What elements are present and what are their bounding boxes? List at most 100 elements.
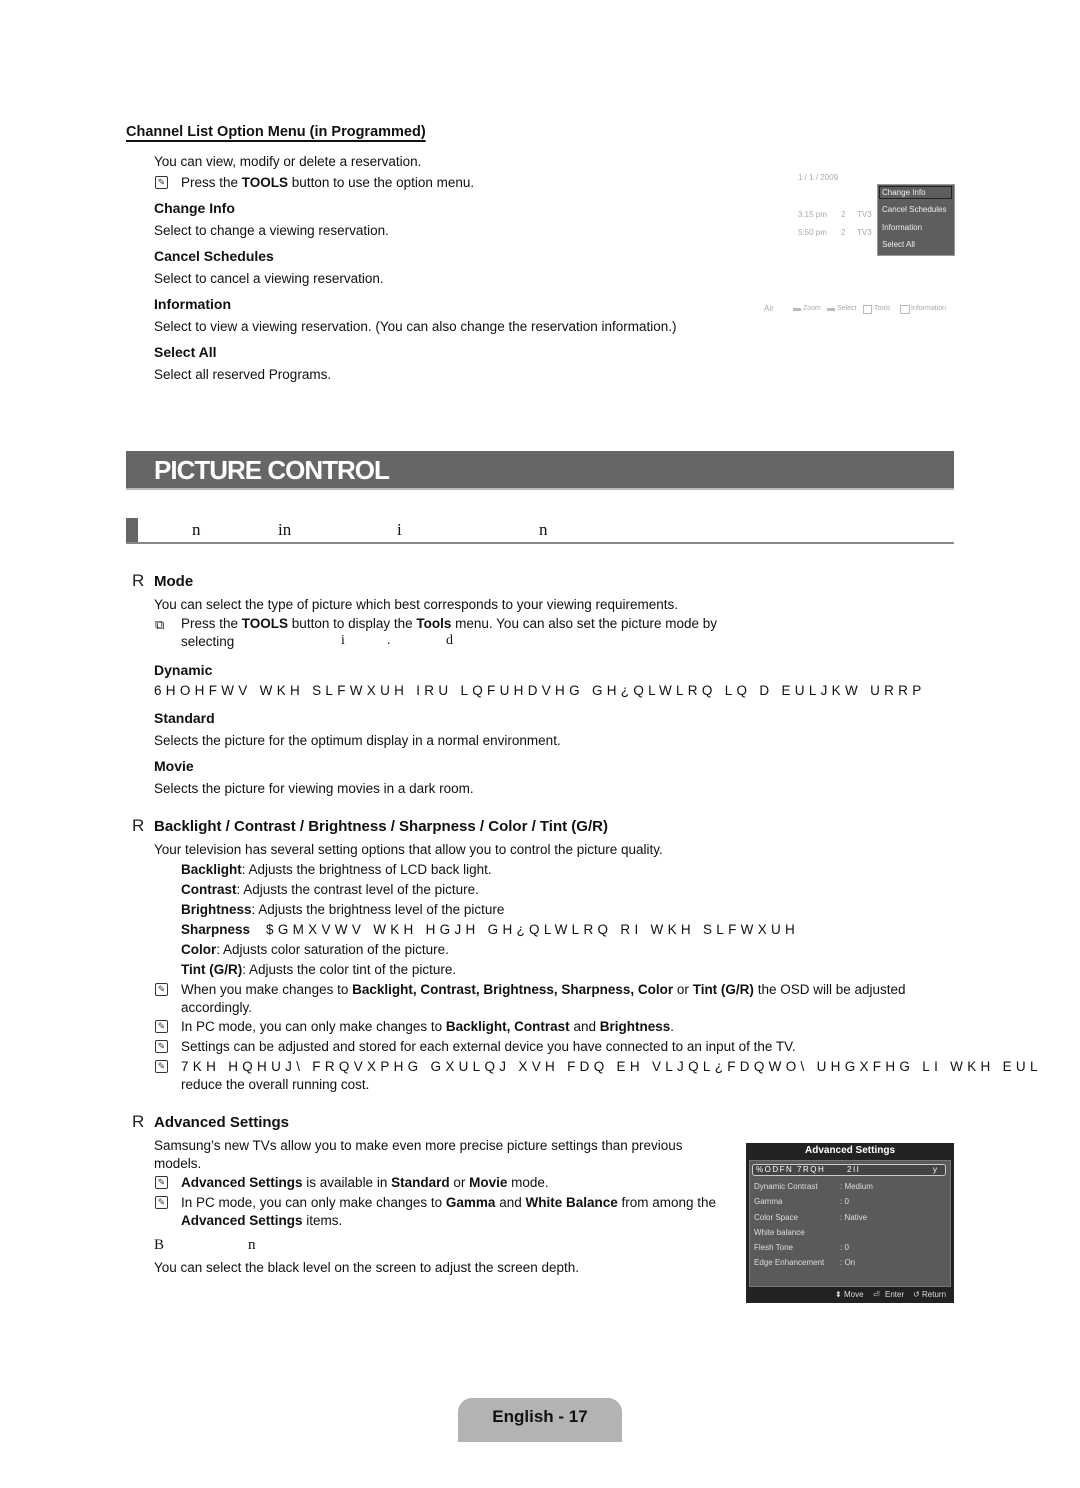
zoom-key-icon [793,308,801,311]
subheader-marker [126,518,138,542]
return-icon: ↺ [913,1290,920,1299]
osd-source: Air [764,304,774,313]
backlight-heading: Backlight / Contrast / Brightness / Shar… [154,818,608,835]
advanced-intro-l2: models. [154,1156,202,1171]
footer-enter: Enter [885,1290,905,1299]
mode-option-desc: Selects the picture for viewing movies i… [154,781,474,796]
bullet-icon: R [132,1112,145,1131]
backlight-note-l2: accordingly. [181,1000,253,1015]
popup-item-cancel-schedules[interactable]: Cancel Schedules [882,205,946,214]
mode-option-desc: Selects the picture for the optimum disp… [154,733,561,748]
option-desc: Select all reserved Programs. [154,367,332,382]
mode-option-desc: 6HOHFWV WKH SLFWXUH IRU LQFUHDVHG GH¿QLW… [154,683,926,698]
select-key-icon [827,308,835,311]
option-desc: Select to view a viewing reservation. (Y… [154,319,677,334]
advanced-note: In PC mode, you can only make changes to… [181,1195,717,1210]
osd-row-label[interactable]: Flesh Tone [754,1243,793,1252]
fragment: i [341,633,345,648]
osd-advanced-settings: Advanced Settings %ODFN 7RQH 2II y Dynam… [746,1143,954,1303]
subheader-fragment: i [397,520,402,539]
tools-icon: ⧉ [155,617,165,632]
option-label-cancel-schedules: Cancel Schedules [154,248,274,264]
section-title-bar: PICTURE CONTROL [126,451,954,490]
fragment: d [446,633,453,648]
channel-list-heading: Channel List Option Menu (in Programmed) [126,124,426,140]
option-label-change-info: Change Info [154,200,235,216]
popup-item-change-info[interactable]: Change Info [882,188,926,197]
setting-item: Contrast: Adjusts the contrast level of … [181,882,479,897]
option-desc: Select to cancel a viewing reservation. [154,271,384,286]
fragment: n [248,1237,256,1253]
subheader-fragment: n [539,520,548,539]
footer-return: Return [922,1290,947,1299]
mode-tools-note: Press the TOOLS button to display the To… [181,616,718,631]
page-number: English - 17 [492,1407,588,1426]
option-label-select-all: Select All [154,344,217,360]
move-icon: ⬍ [835,1290,842,1299]
bullet-icon: R [132,816,145,835]
note-icon: ✎ [155,1176,168,1189]
osd-row-value: : On [840,1258,856,1267]
backlight-note-garbled: 7KH HQHUJ\ FRQVXPHG GXULQJ XVH FDQ EH VL… [181,1059,1041,1074]
enter-icon: ⏎ [873,1290,880,1299]
black-tone-desc: You can select the black level on the sc… [154,1260,580,1275]
mode-option-movie: Movie [154,758,194,774]
section-subheader: n in i n [126,518,954,544]
note-icon: ✎ [155,1196,168,1209]
osd-row-name: TV3 [857,228,872,237]
option-label-information: Information [154,296,231,312]
osd-row-label[interactable]: White balance [754,1228,805,1237]
backlight-note: When you make changes to Backlight, Cont… [181,982,906,997]
note-icon: ✎ [155,176,168,189]
osd-row-name: TV3 [857,210,872,219]
subheader-fragment: n [192,520,201,539]
info-icon [900,305,910,314]
backlight-intro: Your television has several setting opti… [154,842,663,857]
setting-item: Sharpness $GMXVWV WKH HGJH GH¿QLWLRQ RI W… [181,922,800,937]
popup-item-select-all[interactable]: Select All [882,240,915,249]
hint-select: Select [837,305,857,312]
advanced-note: Advanced Settings is available in Standa… [181,1175,549,1190]
osd-row-label[interactable]: Dynamic Contrast [754,1182,818,1191]
osd-row-label[interactable]: Gamma [754,1197,782,1206]
setting-item: Tint (G/R): Adjusts the color tint of th… [181,962,457,977]
osd-row-time: 5:50 pm [798,228,827,237]
backlight-note-l2: reduce the overall running cost. [181,1077,370,1092]
advanced-intro: Samsung’s new TVs allow you to make even… [154,1138,683,1153]
osd-row-value: : Medium [840,1182,873,1191]
hint-information: Information [911,305,947,312]
osd-row-value: : Native [840,1213,868,1222]
hint-zoom: Zoom [803,305,821,312]
osd-row-ch: 2 [841,210,846,219]
osd-row-value: : 0 [840,1197,849,1206]
note-icon: ✎ [155,1040,168,1053]
note-icon: ✎ [155,1020,168,1033]
popup-item-information[interactable]: Information [882,223,922,232]
mode-heading: Mode [154,573,194,590]
footer-move: Move [844,1290,864,1299]
osd-row-label[interactable]: Color Space [754,1213,798,1222]
backlight-note: Settings can be adjusted and stored for … [181,1039,796,1054]
setting-item: Brightness: Adjusts the brightness level… [181,902,505,917]
osd-title: Advanced Settings [804,1145,896,1156]
setting-item: Backlight: Adjusts the brightness of LCD… [181,862,492,877]
osd-row-time: 3:15 pm [798,210,827,219]
osd-row-label[interactable]: Edge Enhancement [754,1258,824,1267]
osd-selected-row[interactable]: %ODFN 7RQH 2II y [752,1164,946,1176]
osd-date: 1 / 1 / 2009 [798,173,839,182]
hint-tools: Tools [874,305,891,312]
advanced-note-l2: Advanced Settings items. [181,1213,343,1228]
bullet-icon: R [132,571,145,590]
chevron-down-icon: y [933,1165,937,1174]
osd-option-popup: Change Info Cancel Schedules Information… [877,184,955,256]
mode-intro: You can select the type of picture which… [154,597,679,612]
section-title: PICTURE CONTROL [154,455,390,485]
osd-body: %ODFN 7RQH 2II y Dynamic Contrast : Medi… [749,1160,951,1287]
channel-list-note: Press the TOOLS button to use the option… [181,175,475,190]
mode-tools-note-l2: selecting [181,634,235,649]
mode-option-standard: Standard [154,710,215,726]
channel-list-intro: You can view, modify or delete a reserva… [154,154,422,169]
osd-row-ch: 2 [841,228,846,237]
tools-icon [863,305,872,314]
page-number-tab: English - 17 [458,1398,622,1442]
